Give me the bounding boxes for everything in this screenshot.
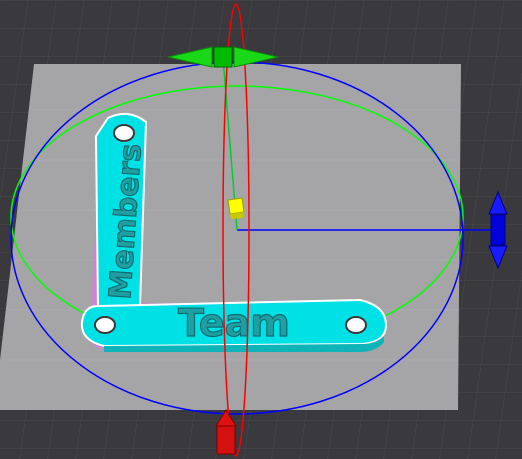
center-handle-icon[interactable] (227, 197, 245, 219)
scene-canvas[interactable]: Members Team (0, 0, 522, 459)
mounting-hole-corner (94, 316, 116, 334)
3d-viewport[interactable]: Members Team (0, 0, 522, 459)
build-plate (0, 64, 461, 410)
mounting-hole-top (113, 124, 135, 142)
mounting-hole-right (345, 316, 367, 334)
embossed-text-team: Team (178, 301, 290, 345)
